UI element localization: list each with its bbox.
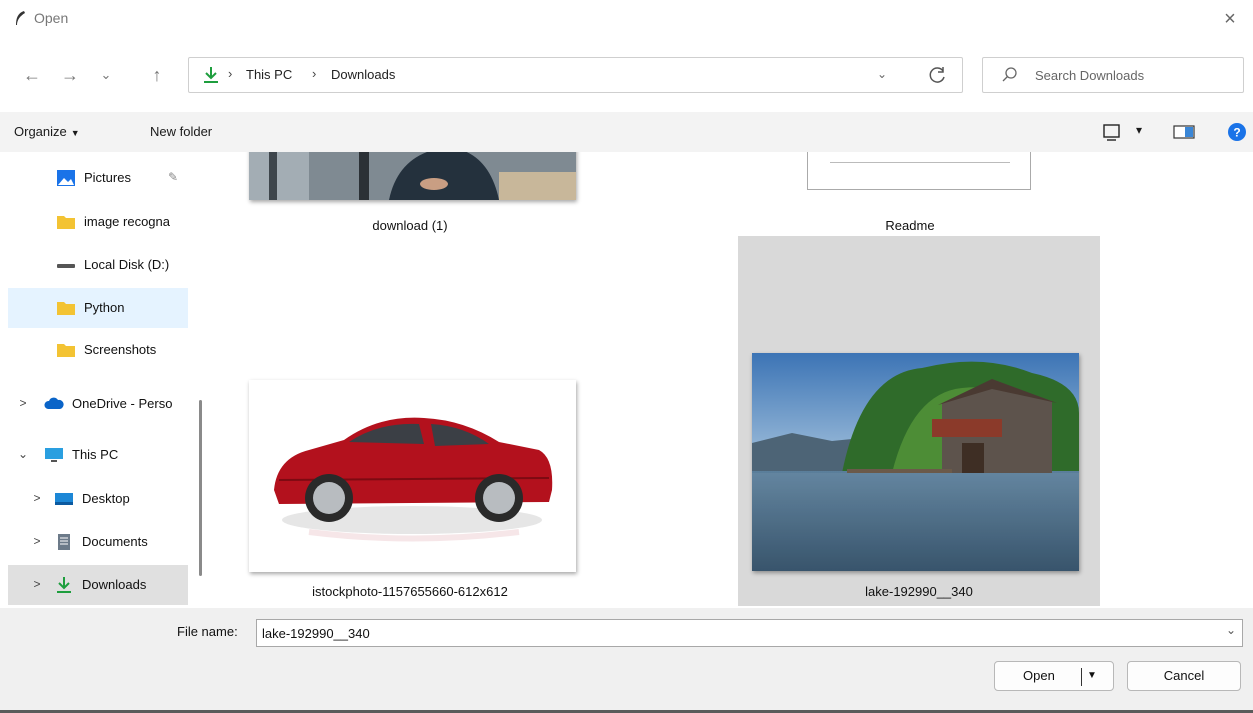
sidebar-item-label: Local Disk (D:) [84,257,170,272]
file-name-input[interactable] [256,619,1243,647]
folder-icon [57,344,75,357]
file-name: lake-192990__340 [865,584,973,599]
split-divider [1081,668,1082,686]
sidebar-item-label: Downloads [82,577,147,592]
cancel-button[interactable]: Cancel [1127,661,1241,691]
svg-text:?: ? [1233,126,1240,140]
chevron-down-icon[interactable]: ⌄ [16,447,30,461]
breadcrumb-this-pc[interactable]: This PC [246,67,292,82]
file-item-download-1[interactable]: download (1) [240,152,580,233]
download-icon [57,577,71,593]
navigation-pane: Pictures ✎ image recogna Local Disk (D:)… [0,152,210,608]
cloud-icon [44,397,64,409]
sidebar-item-local-disk[interactable]: Local Disk (D:) [8,245,188,285]
document-page [807,152,1031,190]
folder-icon [57,216,75,229]
organize-menu[interactable]: Organize ▼ [14,124,80,139]
open-dropdown-arrow-icon[interactable]: ▼ [1087,662,1097,690]
sidebar-item-label: Python [84,300,125,315]
new-folder-button[interactable]: New folder [150,124,212,139]
chevron-right-icon[interactable]: > [30,491,44,505]
sidebar-item-desktop[interactable]: > Desktop [8,479,188,519]
file-item-lake[interactable]: lake-192990__340 [738,236,1100,606]
address-dropdown-button[interactable]: ⌄ [877,67,887,81]
open-button[interactable]: Open ▼ [994,661,1114,691]
preview-pane-icon[interactable] [1172,120,1196,144]
breadcrumb-separator: › [312,66,317,81]
chevron-right-icon[interactable]: > [30,577,44,591]
sidebar-item-label: Pictures [84,170,131,185]
chevron-right-icon[interactable]: > [30,534,44,548]
sidebar-item-label: image recogna [84,214,170,229]
red-car-photo [249,380,576,572]
back-button[interactable]: ← [20,63,44,87]
command-bar: Organize ▼ New folder ▾ ? [0,112,1253,152]
chevron-down-icon[interactable]: ⌄ [1226,623,1236,637]
desktop-icon [55,493,73,505]
search-box[interactable]: Search Downloads [982,57,1244,93]
organize-label: Organize [14,124,67,139]
sidebar-item-onedrive[interactable]: > OneDrive - Perso [8,384,188,424]
organize-caret-icon: ▼ [70,128,80,138]
sidebar-item-image-recogna[interactable]: image recogna [8,202,188,242]
sidebar-item-label: Desktop [82,491,130,506]
pin-icon[interactable]: ✎ [168,170,178,184]
documents-icon [58,534,70,550]
nav-pane-scrollbar[interactable] [199,400,202,576]
sidebar-item-pictures[interactable]: Pictures ✎ [8,158,188,198]
pictures-icon [57,170,75,186]
forward-button[interactable]: → [58,63,82,87]
file-name: download (1) [372,218,448,233]
folder-icon [57,302,75,315]
search-placeholder: Search Downloads [1035,68,1145,83]
person-at-desk-photo [249,152,576,200]
footer-bar: File name: ⌄ Open ▼ Cancel [0,608,1253,713]
sidebar-item-this-pc[interactable]: ⌄ This PC [8,435,188,475]
sidebar-item-python[interactable]: Python [8,288,188,328]
computer-icon [45,448,63,462]
file-item-readme[interactable]: Readme [740,152,1080,233]
refresh-icon[interactable] [927,64,949,86]
feather-icon [16,11,25,25]
file-list: download (1) Readme istockphoto-11576556… [210,152,1253,608]
navigation-bar: ← → ⌄ ↑ › This PC › Downloads ⌄ Search D… [0,50,1253,100]
recent-locations-button[interactable]: ⌄ [94,63,118,87]
title-bar: Open × [0,0,1253,38]
lake-boathouse-photo [752,353,1079,571]
search-icon [1002,67,1017,82]
view-mode-icon[interactable] [1102,120,1122,144]
sidebar-item-screenshots[interactable]: Screenshots [8,330,188,370]
address-bar[interactable]: › This PC › Downloads ⌄ [188,57,963,93]
file-name-label: File name: [177,624,238,639]
sidebar-item-documents[interactable]: > Documents [8,522,188,562]
sidebar-item-label: This PC [72,447,119,462]
file-name: istockphoto-1157655660-612x612 [312,584,508,599]
sidebar-item-label: Documents [82,534,148,549]
open-button-label: Open [1023,668,1055,683]
close-button[interactable]: × [1215,5,1245,33]
drive-icon [57,264,75,268]
file-item-istockphoto[interactable]: istockphoto-1157655660-612x612 [240,376,580,608]
chevron-right-icon[interactable]: > [16,396,30,410]
window-title: Open [34,10,69,26]
file-name: Readme [885,218,935,233]
sidebar-item-label: Screenshots [84,342,157,357]
download-icon [204,67,218,83]
sidebar-item-label: OneDrive - Perso [72,396,173,411]
up-button[interactable]: ↑ [145,63,169,87]
breadcrumb-separator: › [228,66,233,81]
view-options-caret-icon[interactable]: ▾ [1136,123,1142,137]
sidebar-item-downloads[interactable]: > Downloads [8,565,188,605]
breadcrumb-downloads[interactable]: Downloads [331,67,395,82]
help-icon[interactable]: ? [1227,120,1247,144]
